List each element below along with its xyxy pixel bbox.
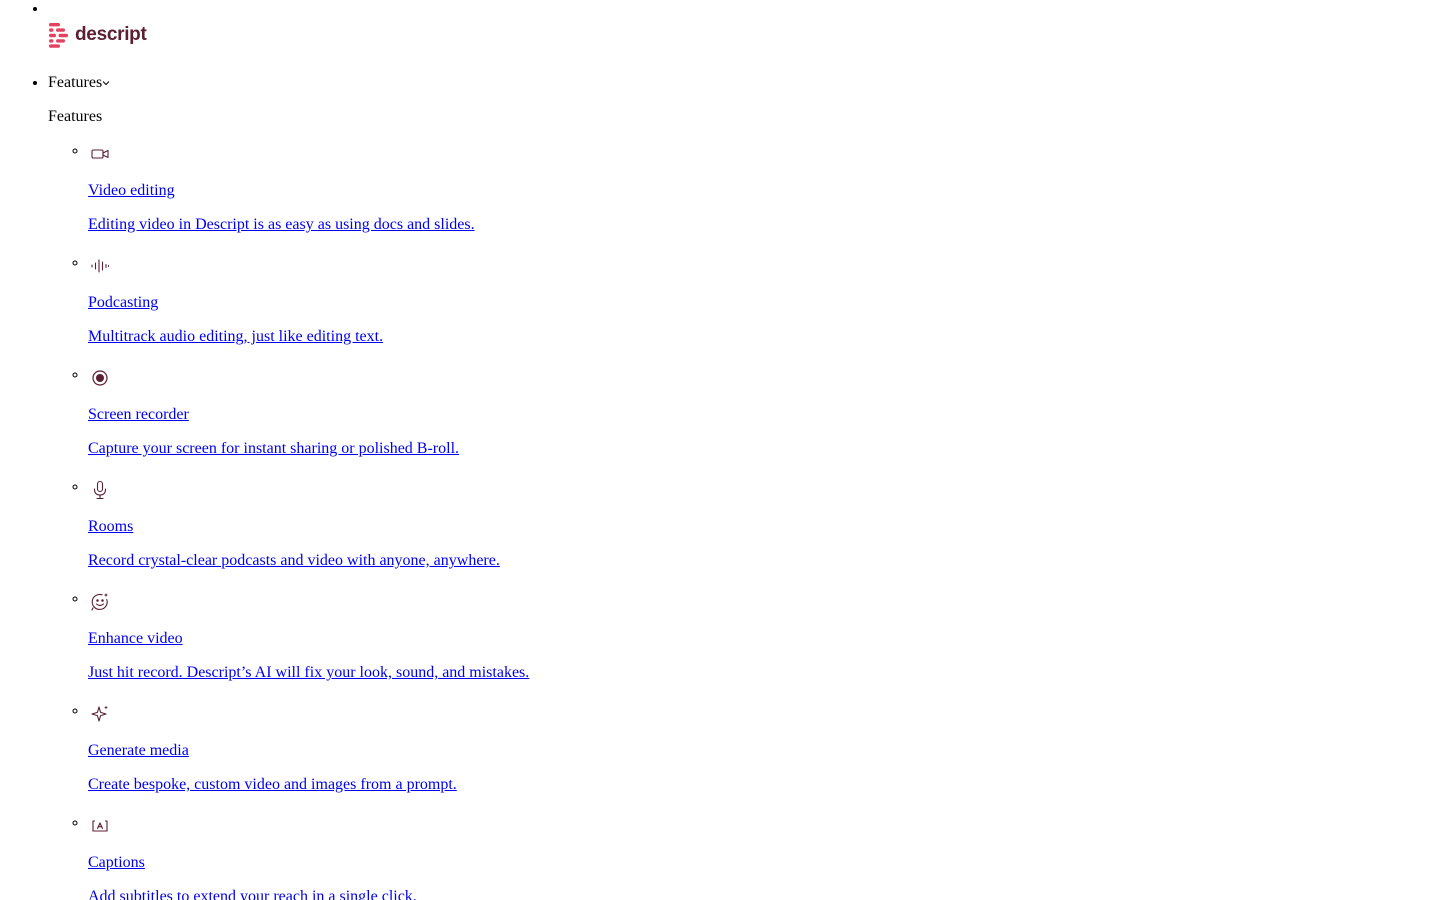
features-item-description[interactable]: Add subtitles to extend your reach in a … <box>88 888 417 900</box>
features-item-description[interactable]: Just hit record. Descript’s AI will fix … <box>88 664 529 682</box>
features-item-title[interactable]: Captions <box>88 854 145 872</box>
features-heading: Features <box>48 108 103 125</box>
nav-item-logo: descript <box>48 0 1440 48</box>
features-item-description[interactable]: Multitrack audio editing, just like edit… <box>88 328 383 346</box>
nav-item-features: Features Features Video editing Editing … <box>48 74 1440 900</box>
features-menu-button[interactable]: Features <box>48 74 110 92</box>
microphone-icon <box>88 478 112 502</box>
video-camera-icon <box>88 142 112 166</box>
record-circle-icon <box>88 366 112 390</box>
features-item-title[interactable]: Video editing <box>88 182 175 200</box>
features-item-title[interactable]: Enhance video <box>88 630 183 648</box>
descript-logo-icon <box>49 23 68 48</box>
features-item-title[interactable]: Podcasting <box>88 294 158 312</box>
audio-waveform-icon <box>88 254 112 278</box>
features-item-screen-recorder: Screen recorder Capture your screen for … <box>88 366 1440 478</box>
features-menu-label: Features <box>48 74 103 91</box>
features-item-captions: Captions Add subtitles to extend your re… <box>88 814 1440 900</box>
nav-list: descript Features Features Video editing… <box>0 0 1440 900</box>
features-item-description[interactable]: Record crystal-clear podcasts and video … <box>88 552 500 570</box>
features-item-description[interactable]: Create bespoke, custom video and images … <box>88 776 457 794</box>
features-item-generate-media: Generate media Create bespoke, custom vi… <box>88 702 1440 814</box>
features-item-title[interactable]: Generate media <box>88 742 189 760</box>
sparkles-icon <box>88 702 112 726</box>
smiley-sparkle-icon <box>88 590 112 614</box>
features-item-rooms: Rooms Record crystal-clear podcasts and … <box>88 478 1440 590</box>
features-item-enhance-video: Enhance video Just hit record. Descript’… <box>88 590 1440 702</box>
features-item-title[interactable]: Screen recorder <box>88 406 189 424</box>
features-item-title[interactable]: Rooms <box>88 518 133 536</box>
features-item-podcasting: Podcasting Multitrack audio editing, jus… <box>88 254 1440 366</box>
captions-icon <box>88 814 112 838</box>
logo-link[interactable]: descript <box>48 22 147 48</box>
features-submenu: Video editing Editing video in Descript … <box>48 142 1440 900</box>
logo-wordmark: descript <box>75 24 147 45</box>
features-item-description[interactable]: Capture your screen for instant sharing … <box>88 440 459 458</box>
chevron-down-icon <box>102 81 110 86</box>
features-item-video-editing: Video editing Editing video in Descript … <box>88 142 1440 254</box>
features-item-description[interactable]: Editing video in Descript is as easy as … <box>88 216 475 234</box>
